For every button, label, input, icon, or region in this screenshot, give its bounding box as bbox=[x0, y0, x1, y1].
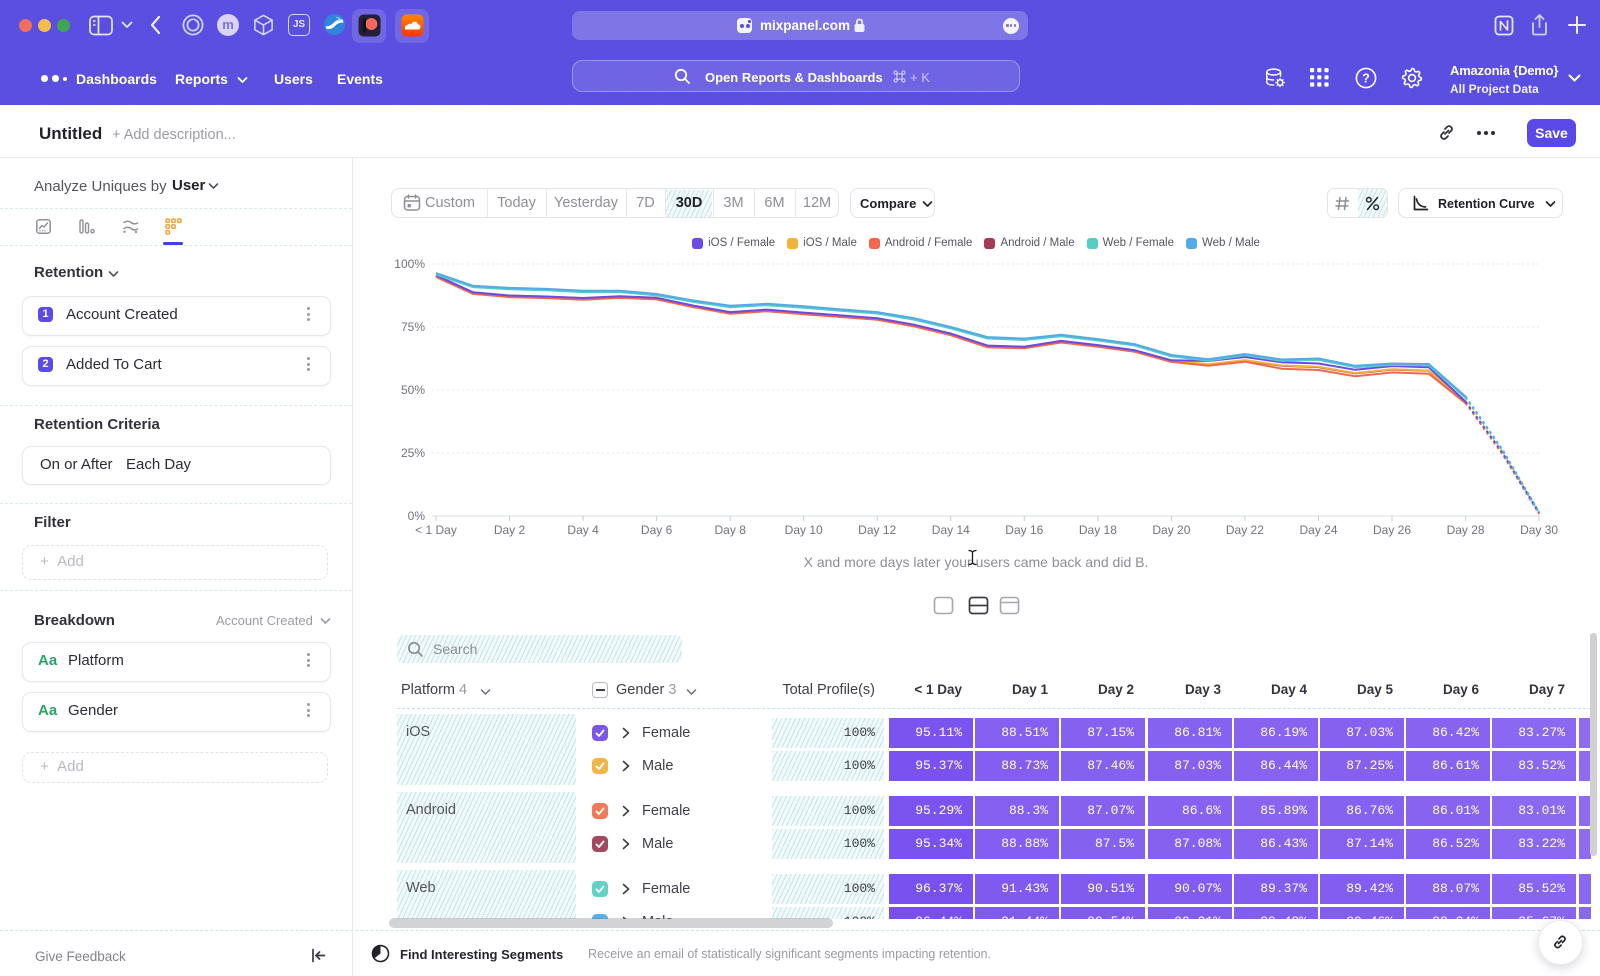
svg-text:Day 26: Day 26 bbox=[1373, 523, 1411, 537]
svg-text:Day 30: Day 30 bbox=[1520, 523, 1558, 537]
svg-text:Day 28: Day 28 bbox=[1447, 523, 1485, 537]
svg-text:Day 14: Day 14 bbox=[932, 523, 970, 537]
svg-text:Day 12: Day 12 bbox=[858, 523, 896, 537]
svg-text:Day 8: Day 8 bbox=[715, 523, 747, 537]
svg-text:25%: 25% bbox=[401, 446, 425, 460]
svg-text:0%: 0% bbox=[408, 509, 426, 523]
svg-text:Day 24: Day 24 bbox=[1299, 523, 1337, 537]
svg-text:50%: 50% bbox=[401, 383, 425, 397]
svg-text:Day 6: Day 6 bbox=[641, 523, 673, 537]
svg-text:100%: 100% bbox=[394, 257, 425, 271]
svg-text:Day 20: Day 20 bbox=[1152, 523, 1190, 537]
svg-text:< 1 Day: < 1 Day bbox=[415, 523, 457, 537]
svg-text:75%: 75% bbox=[401, 320, 425, 334]
svg-text:?: ? bbox=[1362, 72, 1370, 86]
svg-text:Day 4: Day 4 bbox=[567, 523, 599, 537]
svg-text:Day 18: Day 18 bbox=[1079, 523, 1117, 537]
svg-text:Day 22: Day 22 bbox=[1226, 523, 1264, 537]
svg-text:Day 10: Day 10 bbox=[785, 523, 823, 537]
svg-text:Day 2: Day 2 bbox=[494, 523, 526, 537]
svg-text:Day 16: Day 16 bbox=[1005, 523, 1043, 537]
